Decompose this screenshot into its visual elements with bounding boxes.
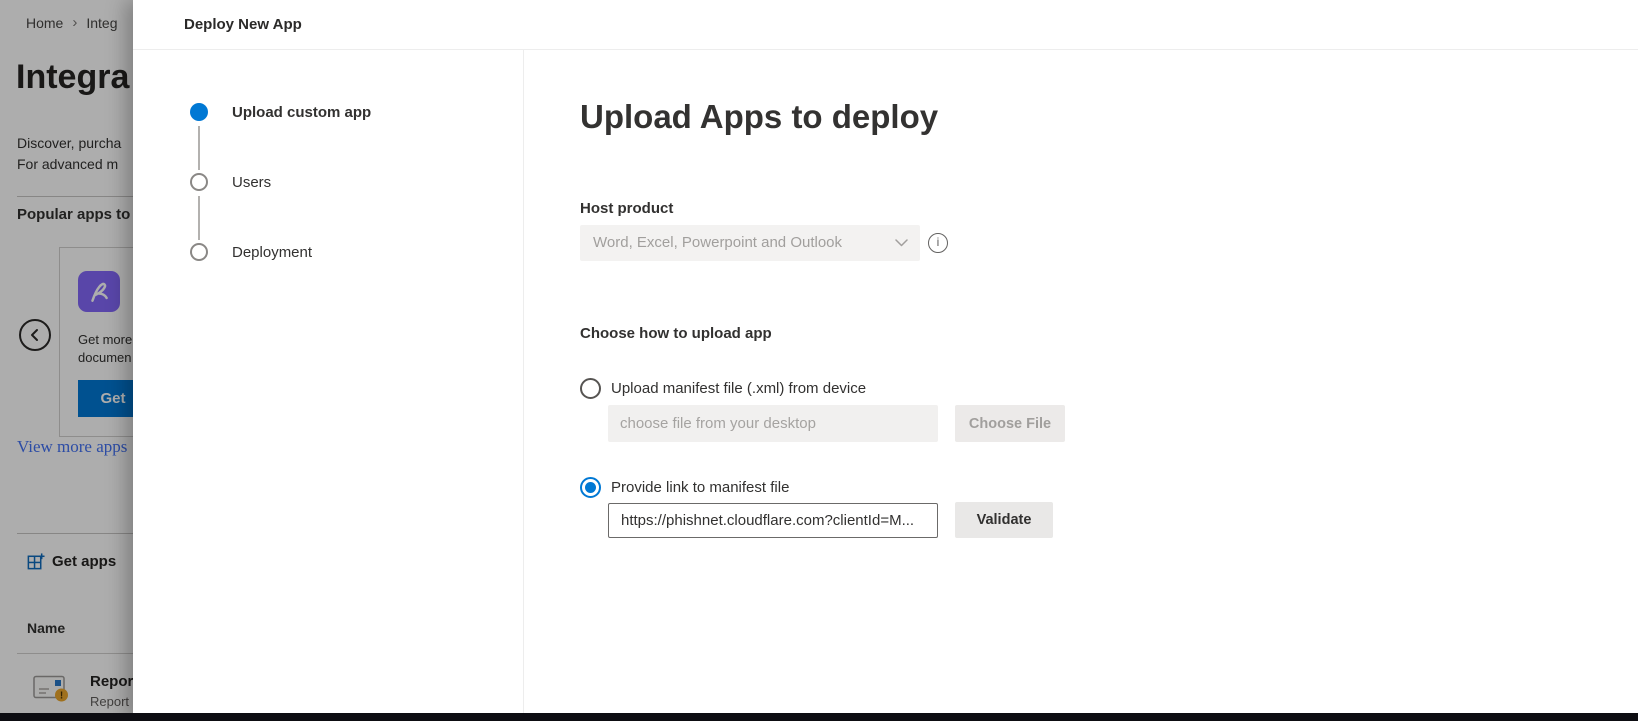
step-upload-custom-app[interactable]: Upload custom app bbox=[190, 103, 371, 121]
radio-unselected-icon bbox=[580, 378, 601, 399]
step-connector bbox=[198, 196, 200, 240]
step-upcoming-icon bbox=[190, 173, 208, 191]
validate-button[interactable]: Validate bbox=[955, 502, 1053, 538]
panel-title: Deploy New App bbox=[184, 0, 302, 50]
manifest-file-input[interactable] bbox=[608, 405, 938, 442]
host-product-selected-value: Word, Excel, Powerpoint and Outlook bbox=[593, 225, 842, 261]
radio-selected-icon bbox=[580, 477, 601, 498]
panel-content: Upload Apps to deploy Host product Word,… bbox=[580, 0, 1480, 721]
manifest-url-input[interactable] bbox=[608, 503, 938, 538]
info-icon[interactable]: i bbox=[928, 233, 948, 253]
content-heading: Upload Apps to deploy bbox=[580, 98, 938, 136]
host-product-label: Host product bbox=[580, 200, 673, 217]
step-deployment[interactable]: Deployment bbox=[190, 243, 312, 261]
step-connector bbox=[198, 126, 200, 170]
radio-label: Upload manifest file (.xml) from device bbox=[611, 380, 866, 397]
choose-file-button[interactable]: Choose File bbox=[955, 405, 1065, 442]
screen: Home › Integ Integra Discover, purcha Fo… bbox=[0, 0, 1638, 721]
step-users[interactable]: Users bbox=[190, 173, 271, 191]
window-bottom-edge bbox=[0, 713, 1638, 721]
step-upcoming-icon bbox=[190, 243, 208, 261]
radio-provide-link[interactable]: Provide link to manifest file bbox=[580, 477, 789, 498]
step-label: Users bbox=[232, 174, 271, 191]
chevron-down-icon bbox=[895, 239, 908, 247]
radio-upload-from-device[interactable]: Upload manifest file (.xml) from device bbox=[580, 378, 866, 399]
step-active-icon bbox=[190, 103, 208, 121]
deploy-new-app-panel: Deploy New App Upload custom app Users D… bbox=[133, 0, 1638, 721]
choose-upload-label: Choose how to upload app bbox=[580, 325, 772, 342]
step-label: Upload custom app bbox=[232, 104, 371, 121]
step-label: Deployment bbox=[232, 244, 312, 261]
host-product-select[interactable]: Word, Excel, Powerpoint and Outlook bbox=[580, 225, 920, 261]
radio-label: Provide link to manifest file bbox=[611, 479, 789, 496]
divider bbox=[523, 50, 524, 721]
